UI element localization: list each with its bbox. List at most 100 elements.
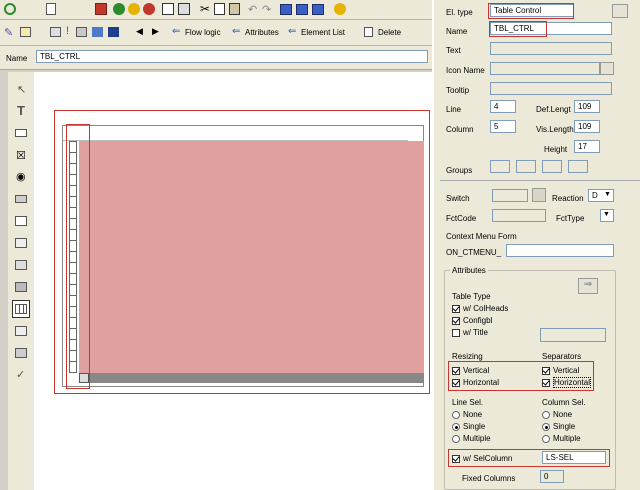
delete-button[interactable]: Delete bbox=[378, 28, 401, 37]
undo-icon[interactable]: ↶ bbox=[248, 3, 257, 16]
tabstrip-tool-icon[interactable] bbox=[12, 212, 30, 230]
column-label: Column bbox=[446, 125, 474, 134]
display-change-icon[interactable] bbox=[20, 27, 31, 37]
colsel-none-text: None bbox=[553, 410, 573, 419]
tooltip-field[interactable] bbox=[490, 82, 612, 95]
title-text: w/ Title bbox=[463, 328, 488, 337]
copy-icon[interactable] bbox=[214, 3, 225, 15]
exit-icon[interactable] bbox=[128, 3, 140, 15]
icon-picker-icon[interactable] bbox=[600, 62, 614, 75]
pencil-icon[interactable]: ✎ bbox=[4, 26, 13, 39]
configbl-text: Configbl bbox=[463, 316, 493, 325]
icon-name-field[interactable] bbox=[490, 62, 600, 75]
custom-control-tool-icon[interactable] bbox=[12, 344, 30, 362]
box-tool-icon[interactable] bbox=[12, 256, 30, 274]
pointer-tool-icon[interactable]: ↖ bbox=[12, 80, 30, 98]
find-icon[interactable] bbox=[178, 3, 190, 15]
separators-label: Separators bbox=[542, 352, 582, 361]
grid-icon[interactable] bbox=[312, 4, 324, 15]
redo-icon[interactable]: ↷ bbox=[262, 3, 271, 16]
window-icon[interactable] bbox=[296, 4, 308, 15]
context-menu-field[interactable] bbox=[506, 244, 614, 257]
page-icon[interactable] bbox=[46, 3, 56, 15]
text-tool-icon[interactable]: T bbox=[12, 102, 30, 120]
group-field-3[interactable] bbox=[542, 160, 562, 173]
chevron-down-icon[interactable]: ▼ bbox=[603, 211, 610, 218]
switch-field[interactable] bbox=[492, 189, 528, 202]
resize-vertical-checkbox[interactable]: Vertical bbox=[452, 366, 489, 375]
previous-icon[interactable]: ◀ bbox=[136, 26, 143, 37]
line-label: Line bbox=[446, 105, 462, 114]
colsel-multiple-text: Multiple bbox=[553, 434, 581, 443]
pushbutton-tool-icon[interactable] bbox=[12, 190, 30, 208]
chevron-down-icon[interactable]: ▼ bbox=[604, 191, 611, 198]
sep-vertical-checkbox[interactable]: Vertical bbox=[542, 366, 579, 375]
line-field[interactable]: 4 bbox=[490, 100, 516, 113]
check-icon[interactable] bbox=[4, 3, 16, 15]
help-icon[interactable] bbox=[334, 3, 346, 15]
save-icon[interactable] bbox=[95, 3, 107, 15]
cancel-icon[interactable] bbox=[143, 3, 155, 15]
column-field[interactable]: 5 bbox=[490, 120, 516, 133]
colsel-none-radio[interactable]: None bbox=[542, 410, 572, 419]
switch-picker-icon[interactable] bbox=[532, 188, 546, 202]
title-checkbox[interactable]: w/ Title bbox=[452, 328, 488, 337]
table-control-tool-icon[interactable] bbox=[12, 300, 30, 318]
arrow-right-icon[interactable]: ⇒ bbox=[578, 278, 598, 294]
where-used-icon[interactable] bbox=[76, 27, 87, 37]
horizontal-scrollbar[interactable] bbox=[79, 373, 424, 383]
tabstrip-wizard-icon[interactable] bbox=[12, 234, 30, 252]
hierarchy-icon[interactable] bbox=[92, 27, 103, 37]
attributes-button[interactable]: Attributes bbox=[245, 28, 279, 37]
configbl-checkbox[interactable]: Configbl bbox=[452, 316, 492, 325]
resize-horizontal-checkbox[interactable]: Horizontal bbox=[452, 378, 499, 387]
title-field[interactable] bbox=[540, 328, 606, 342]
input-field-tool-icon[interactable] bbox=[12, 124, 30, 142]
print-icon[interactable] bbox=[162, 3, 174, 15]
selcolumn-field[interactable]: LS-SEL bbox=[542, 451, 606, 464]
other-object-icon[interactable] bbox=[50, 27, 61, 37]
screen-canvas[interactable] bbox=[34, 72, 432, 490]
name-bar: Name TBL_CTRL bbox=[0, 46, 432, 70]
checkbox-tool-icon[interactable]: ☒ bbox=[12, 146, 30, 164]
linesel-single-radio[interactable]: Single bbox=[452, 422, 485, 431]
paste-icon[interactable] bbox=[229, 3, 240, 15]
text-field[interactable] bbox=[490, 42, 612, 55]
back-icon[interactable] bbox=[113, 3, 125, 15]
flow-logic-button[interactable]: Flow logic bbox=[185, 28, 221, 37]
subscreen-tool-icon[interactable] bbox=[12, 278, 30, 296]
group-field-1[interactable] bbox=[490, 160, 510, 173]
application-toolbar: ✎ ! ◀ ▶ ⇐ Flow logic ⇐ Attributes ⇐ Elem… bbox=[0, 20, 432, 46]
info-icon[interactable] bbox=[108, 27, 119, 37]
deflength-field[interactable]: 109 bbox=[574, 100, 600, 113]
group-field-4[interactable] bbox=[568, 160, 588, 173]
colsel-single-radio[interactable]: Single bbox=[542, 422, 575, 431]
fctcode-field[interactable] bbox=[492, 209, 546, 222]
selcolumn-checkbox[interactable]: w/ SelColumn bbox=[452, 454, 512, 463]
expand-icon[interactable] bbox=[612, 4, 628, 18]
checkbox-icon bbox=[452, 366, 460, 375]
cut-icon[interactable]: ✂ bbox=[200, 2, 210, 16]
resize-horizontal-text: Horizontal bbox=[463, 378, 500, 387]
radio-tool-icon[interactable]: ◉ bbox=[12, 168, 30, 186]
layout-icon[interactable] bbox=[280, 4, 292, 15]
vislength-field[interactable]: 109 bbox=[574, 120, 600, 133]
fixed-columns-field[interactable]: 0 bbox=[540, 470, 564, 483]
element-list-button[interactable]: Element List bbox=[301, 28, 345, 37]
colsel-multiple-radio[interactable]: Multiple bbox=[542, 434, 581, 443]
next-icon[interactable]: ▶ bbox=[152, 26, 159, 37]
linesel-none-radio[interactable]: None bbox=[452, 410, 482, 419]
sep-horizontal-checkbox[interactable]: Horizontal bbox=[542, 377, 592, 388]
table-control[interactable] bbox=[62, 125, 424, 387]
table-area bbox=[79, 141, 424, 373]
group-field-2[interactable] bbox=[516, 160, 536, 173]
activate-icon[interactable]: ! bbox=[66, 25, 69, 37]
el-type-highlight bbox=[488, 3, 574, 19]
table-wizard-icon[interactable] bbox=[12, 322, 30, 340]
height-field[interactable]: 17 bbox=[574, 140, 600, 153]
name-input[interactable]: TBL_CTRL bbox=[36, 50, 428, 63]
linesel-multiple-radio[interactable]: Multiple bbox=[452, 434, 491, 443]
colheads-checkbox[interactable]: w/ ColHeads bbox=[452, 304, 508, 313]
status-icon-tool-icon[interactable]: ✓ bbox=[12, 366, 30, 384]
colheads-text: w/ ColHeads bbox=[463, 304, 509, 313]
